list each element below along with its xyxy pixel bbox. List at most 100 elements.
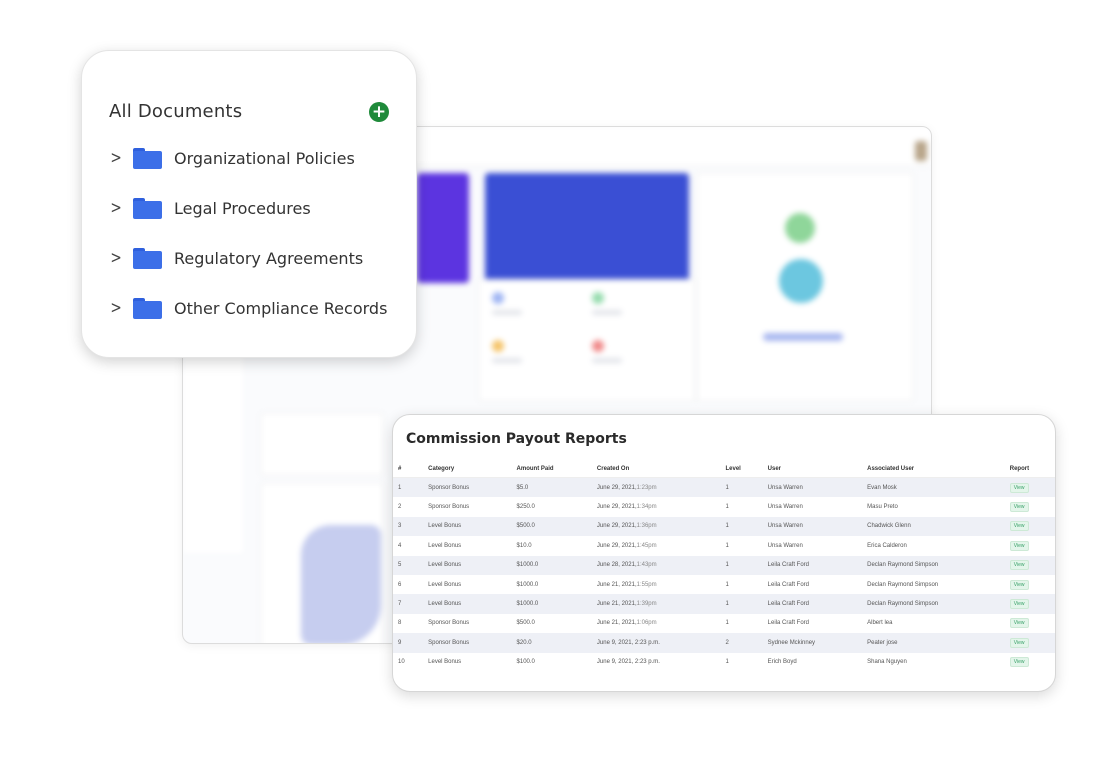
- view-report-button[interactable]: View: [1009, 637, 1029, 648]
- background-map-shape: [301, 525, 381, 643]
- view-report-button[interactable]: View: [1009, 560, 1029, 571]
- cell-category: Level Bonus: [428, 594, 517, 614]
- cell-category: Level Bonus: [428, 542, 462, 549]
- cell-time: 1:06pm: [636, 620, 657, 627]
- cell-associated-user: Evan Mosk: [867, 477, 1010, 498]
- cell-number: 7: [393, 594, 429, 614]
- cell-category: Level Bonus: [428, 581, 462, 588]
- cell-number: 3: [393, 516, 429, 537]
- payout-table: # Category Amount Paid Created On Level …: [393, 461, 1055, 672]
- cell-report: View: [1009, 653, 1055, 672]
- background-stat-dot: [492, 292, 504, 304]
- all-documents-card: All Documents + > Organizational Policie…: [81, 50, 417, 358]
- folder-item-organizational-policies[interactable]: > Organizational Policies: [109, 143, 355, 173]
- cell-time: 1:36pm: [636, 523, 657, 530]
- cell-date: June 29, 2021,: [596, 542, 637, 549]
- cell-associated-user: Declan Raymond Simpson: [867, 594, 1010, 614]
- cell-time: 1:55pm: [636, 581, 657, 588]
- view-report-button[interactable]: View: [1009, 579, 1029, 590]
- folder-icon: [133, 147, 162, 169]
- folder-item-legal-procedures[interactable]: > Legal Procedures: [109, 193, 311, 223]
- cell-user: Unsa Warren: [767, 504, 803, 511]
- cell-amount: $10.0: [516, 542, 532, 549]
- cell-created-on: June 21, 2021,1:55pm: [597, 575, 726, 594]
- cell-associated-user: Shana Nguyen: [867, 659, 907, 666]
- cell-associated-user: Declan Raymond Simpson: [867, 555, 1010, 575]
- table-row: 5 Level Bonus $1000.0 June 28, 2021,1:43…: [393, 555, 1055, 575]
- cell-date: June 29, 2021,: [596, 484, 637, 491]
- cell-user: Unsa Warren: [767, 477, 868, 498]
- cell-number: 4: [398, 542, 402, 549]
- background-line: [492, 358, 522, 363]
- cell-number: 10: [398, 659, 405, 666]
- cell-amount: $1000.0: [516, 594, 597, 614]
- cell-amount: $500.0: [516, 620, 535, 627]
- background-stat-dot: [492, 340, 504, 352]
- cell-time: 1:34pm: [636, 504, 657, 511]
- cell-level: 2: [725, 633, 768, 653]
- cell-user: Leila Craft Ford: [767, 594, 868, 614]
- background-avatar: [915, 141, 927, 161]
- cell-date: June 29, 2021,: [596, 523, 637, 530]
- cell-amount: $1000.0: [516, 581, 539, 588]
- cell-user: Erich Boyd: [767, 659, 797, 666]
- folder-item-other-compliance-records[interactable]: > Other Compliance Records: [109, 293, 387, 323]
- folder-icon: [133, 247, 162, 269]
- view-report-button[interactable]: View: [1009, 521, 1029, 532]
- cell-associated-user: Chadwick Glenn: [867, 516, 1010, 537]
- cell-date: June 9, 2021, 2:23 p.m.: [596, 639, 660, 646]
- column-header: Created On: [596, 461, 726, 478]
- chevron-right-icon[interactable]: >: [110, 248, 121, 268]
- plus-circle-icon[interactable]: +: [369, 102, 389, 122]
- view-report-button[interactable]: View: [1009, 618, 1029, 629]
- background-line: [492, 310, 522, 315]
- table-header-row: # Category Amount Paid Created On Level …: [393, 461, 1055, 478]
- folder-item-regulatory-agreements[interactable]: > Regulatory Agreements: [109, 243, 363, 273]
- cell-time: 1:39pm: [636, 601, 657, 608]
- cell-amount: $5.0: [516, 477, 597, 498]
- view-report-button[interactable]: View: [1009, 540, 1029, 551]
- cell-category: Sponsor Bonus: [428, 504, 470, 511]
- cell-amount: $500.0: [516, 516, 597, 537]
- cell-category: Sponsor Bonus: [428, 633, 517, 653]
- cell-number: 5: [393, 555, 429, 575]
- cell-report: View: [1009, 594, 1055, 614]
- cell-number: 8: [398, 620, 402, 627]
- background-illustration-b: [779, 259, 823, 303]
- cell-user: Leila Craft Ford: [767, 555, 868, 575]
- cell-report: View: [1009, 516, 1055, 537]
- view-report-button[interactable]: View: [1009, 482, 1029, 493]
- table-row: 2 Sponsor Bonus $250.0 June 29, 2021,1:3…: [393, 497, 1055, 516]
- cell-number: 6: [398, 581, 402, 588]
- view-report-button[interactable]: View: [1009, 502, 1029, 513]
- table-row: 7 Level Bonus $1000.0 June 21, 2021,1:39…: [393, 594, 1055, 614]
- cell-category: Level Bonus: [428, 659, 462, 666]
- cell-time: 1:43pm: [636, 562, 657, 569]
- background-stats-card: [479, 279, 695, 401]
- cell-level: 1: [725, 620, 729, 627]
- cell-user: Unsa Warren: [767, 542, 803, 549]
- chevron-right-icon[interactable]: >: [110, 198, 121, 218]
- cell-level: 1: [725, 477, 768, 498]
- cell-level: 1: [725, 659, 729, 666]
- folder-label: Other Compliance Records: [174, 298, 388, 318]
- background-stat-dot: [592, 340, 604, 352]
- cell-time: 1:23pm: [636, 484, 657, 491]
- table-row: 8 Sponsor Bonus $500.0 June 21, 2021,1:0…: [393, 614, 1055, 633]
- cell-category: Level Bonus: [428, 555, 517, 575]
- cell-report: View: [1009, 555, 1055, 575]
- cell-created-on: June 28, 2021,1:43pm: [596, 555, 726, 575]
- background-stat-dot: [592, 292, 604, 304]
- cell-created-on: June 9, 2021, 2:23 p.m.: [597, 653, 726, 672]
- cell-created-on: June 29, 2021,1:45pm: [597, 536, 726, 555]
- cell-report: View: [1009, 614, 1055, 633]
- cell-date: June 9, 2021, 2:23 p.m.: [596, 659, 660, 666]
- view-report-button[interactable]: View: [1009, 599, 1029, 610]
- chevron-right-icon[interactable]: >: [110, 298, 121, 318]
- folder-label: Legal Procedures: [174, 198, 311, 218]
- table-row: 6 Level Bonus $1000.0 June 21, 2021,1:55…: [393, 575, 1055, 594]
- cell-report: View: [1009, 575, 1055, 594]
- column-header: Level: [725, 461, 768, 478]
- view-report-button[interactable]: View: [1009, 657, 1029, 668]
- chevron-right-icon[interactable]: >: [110, 148, 121, 168]
